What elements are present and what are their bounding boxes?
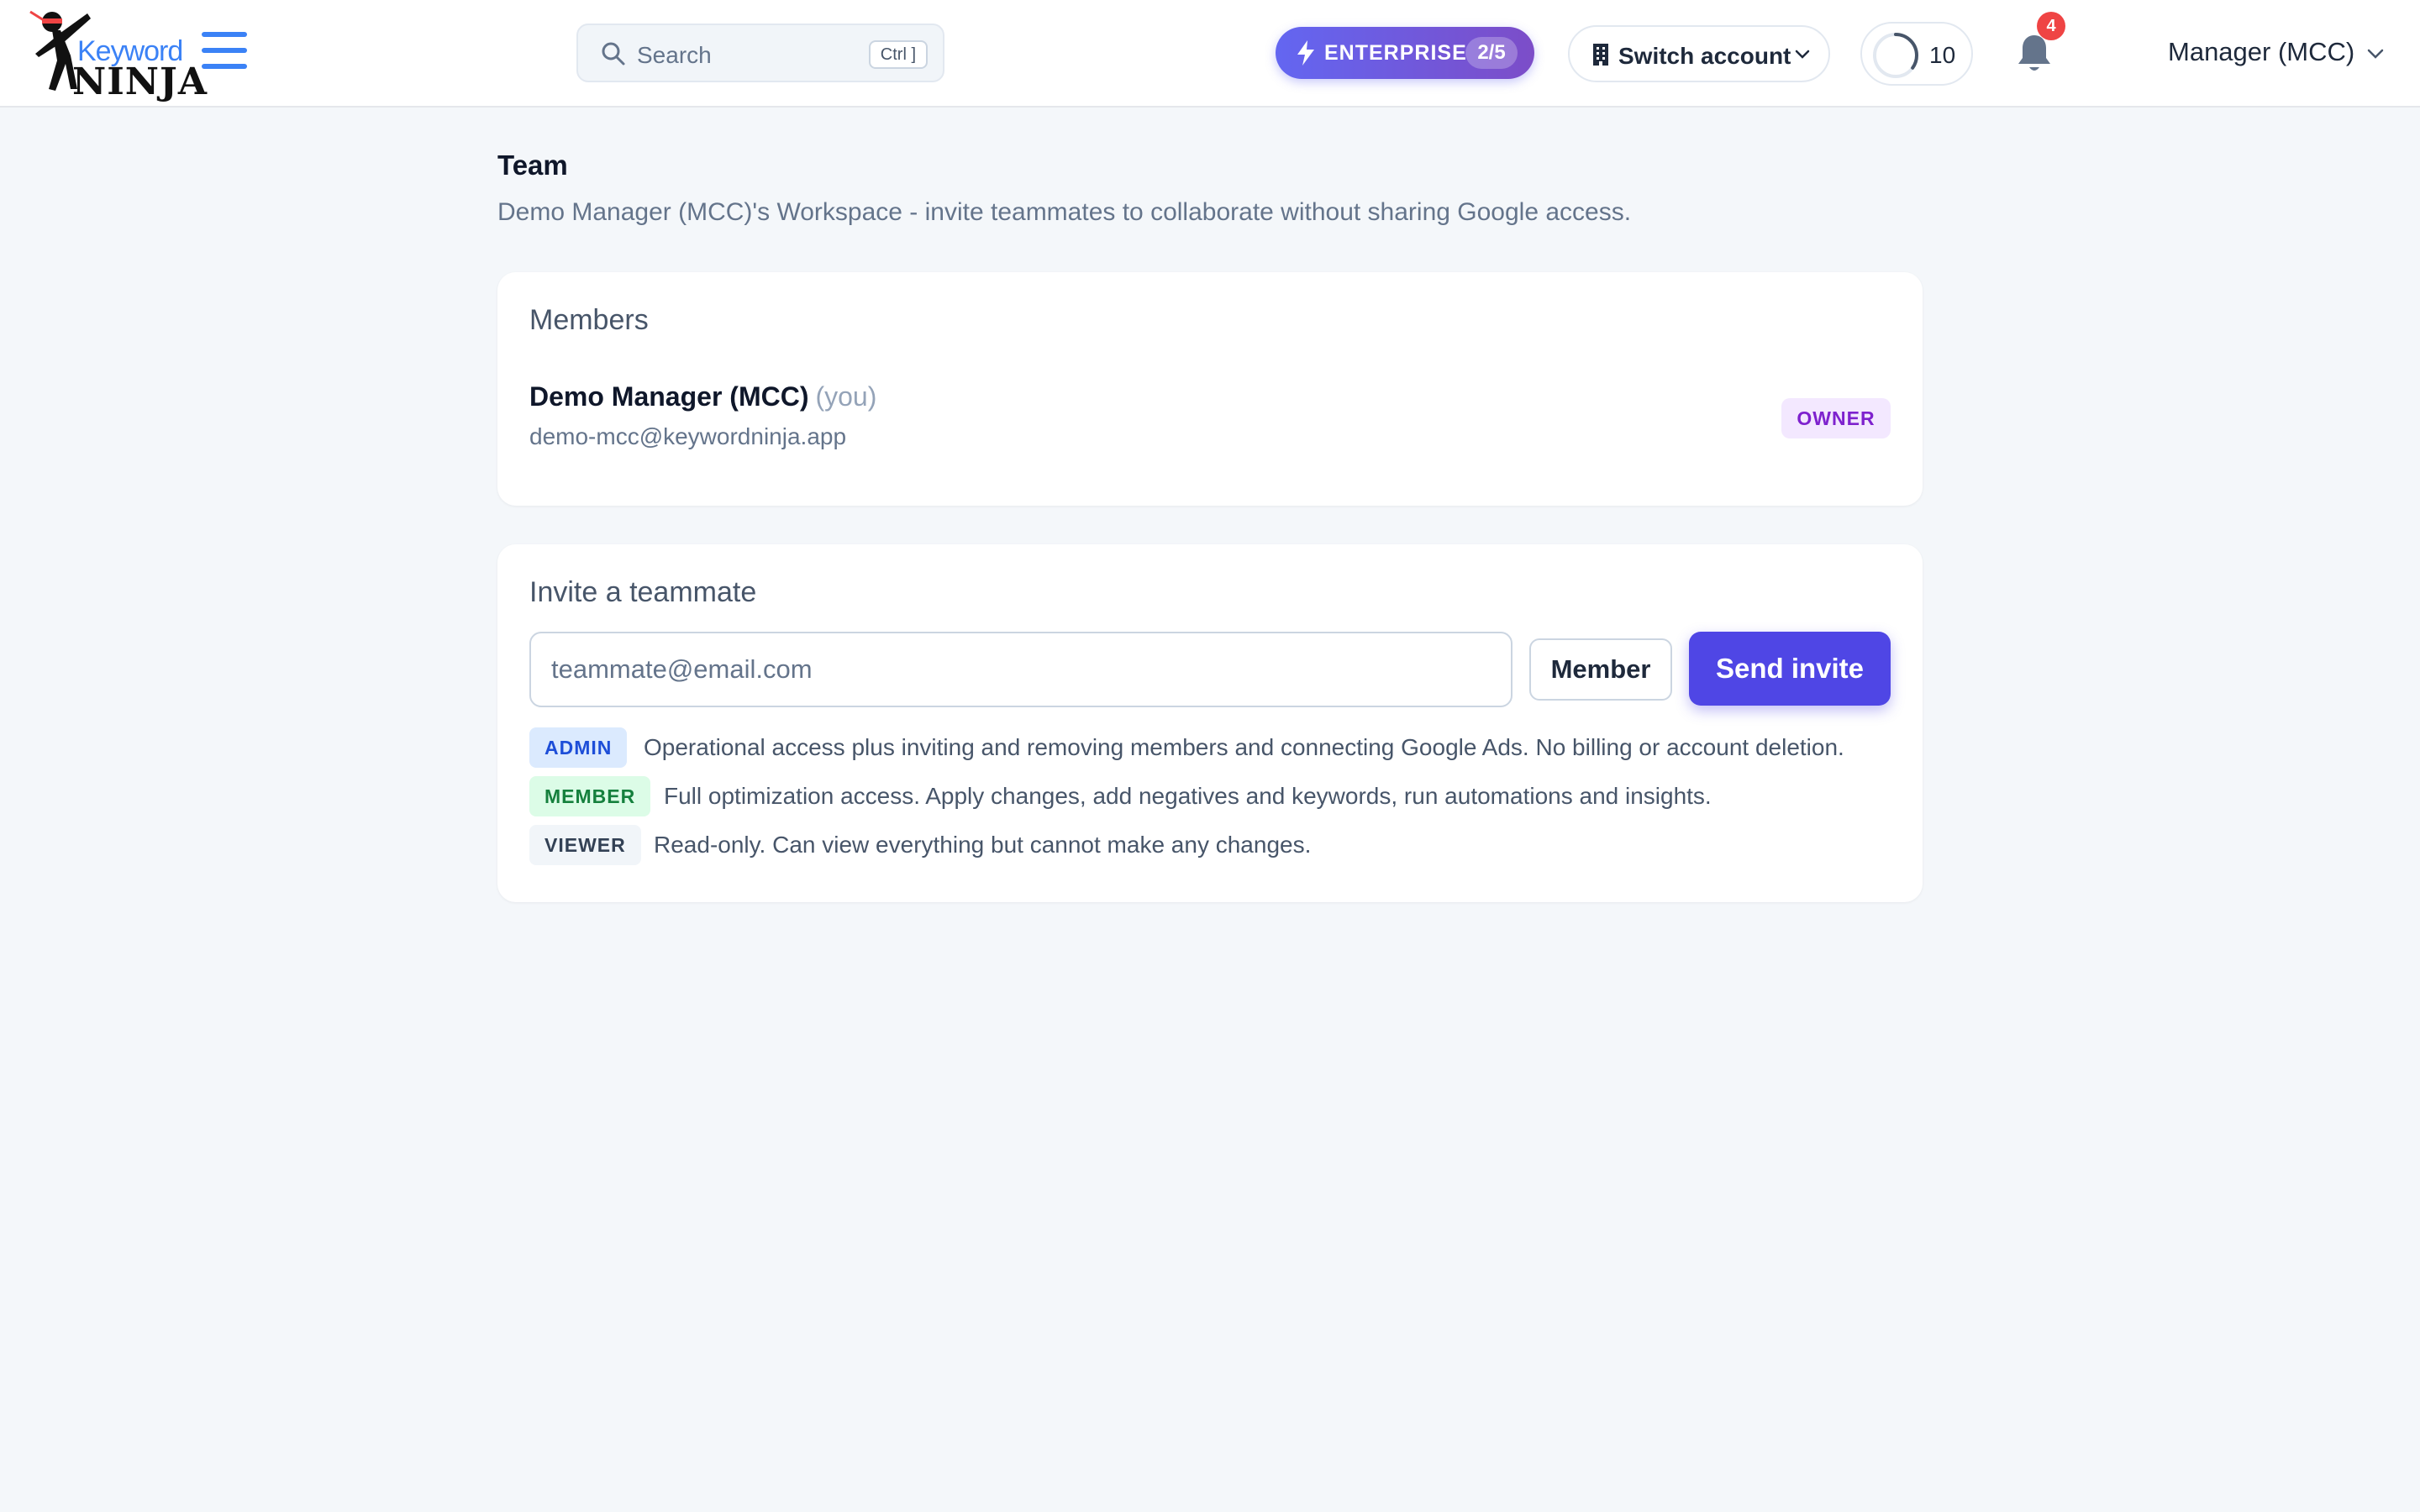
invite-card: Invite a teammate Member Send invite ADM… — [497, 544, 1923, 902]
chevron-down-icon — [2367, 49, 2384, 59]
building-icon — [1593, 44, 1608, 66]
role-description-text: Operational access plus inviting and rem… — [644, 734, 1844, 760]
role-description-text: Read-only. Can view everything but canno… — [654, 832, 1312, 858]
member-email: demo-mcc@keywordninja.app — [529, 423, 847, 449]
member-role-badge: OWNER — [1781, 398, 1891, 438]
invite-heading: Invite a teammate — [529, 576, 757, 608]
switch-account-label: Switch account — [1618, 43, 1791, 69]
role-badge-viewer: VIEWER — [529, 825, 641, 865]
member-you-label: (you) — [815, 381, 877, 412]
role-badge-admin: ADMIN — [529, 727, 628, 768]
role-badge-member: MEMBER — [529, 776, 651, 816]
invite-email-input[interactable] — [529, 632, 1512, 707]
search-placeholder: Search — [637, 42, 712, 68]
send-invite-button[interactable]: Send invite — [1689, 632, 1891, 706]
top-navigation-bar: Keyword NINJA Search Ctrl ] ENTERPRISE 2… — [0, 0, 2420, 108]
plan-seat-count: 2/5 — [1465, 37, 1518, 69]
search-box[interactable]: Search Ctrl ] — [576, 24, 944, 82]
menu-icon[interactable] — [202, 32, 247, 74]
invite-role-select[interactable]: Member — [1529, 638, 1672, 701]
user-menu-label: Manager (MCC) — [2168, 37, 2355, 66]
chevron-down-icon — [1795, 50, 1810, 59]
member-name-text: Demo Manager (MCC) — [529, 381, 809, 412]
page-title: Team — [497, 150, 568, 181]
lightning-icon — [1297, 40, 1314, 66]
plan-badge-button[interactable]: ENTERPRISE 2/5 — [1276, 27, 1534, 79]
page-subtitle: Demo Manager (MCC)'s Workspace - invite … — [497, 198, 1632, 226]
credits-indicator[interactable]: 10 — [1860, 22, 1973, 86]
members-card: Members Demo Manager (MCC) (you) demo-mcc… — [497, 272, 1923, 506]
role-description-text: Full optimization access. Apply changes,… — [664, 783, 1712, 809]
search-shortcut-hint: Ctrl ] — [868, 40, 928, 69]
notification-count-badge: 4 — [2037, 12, 2065, 40]
app-logo[interactable]: Keyword NINJA — [24, 5, 207, 103]
credits-count: 10 — [1929, 42, 1956, 68]
members-heading: Members — [529, 304, 649, 336]
logo-wordmark-bottom: NINJA — [72, 60, 208, 103]
user-menu-button[interactable]: Manager (MCC) — [2168, 37, 2384, 71]
switch-account-button[interactable]: Switch account — [1568, 25, 1830, 82]
search-icon — [602, 42, 625, 66]
member-name: Demo Manager (MCC) (you) — [529, 381, 876, 412]
plan-name: ENTERPRISE — [1324, 41, 1467, 65]
progress-ring-icon — [1873, 33, 1918, 78]
